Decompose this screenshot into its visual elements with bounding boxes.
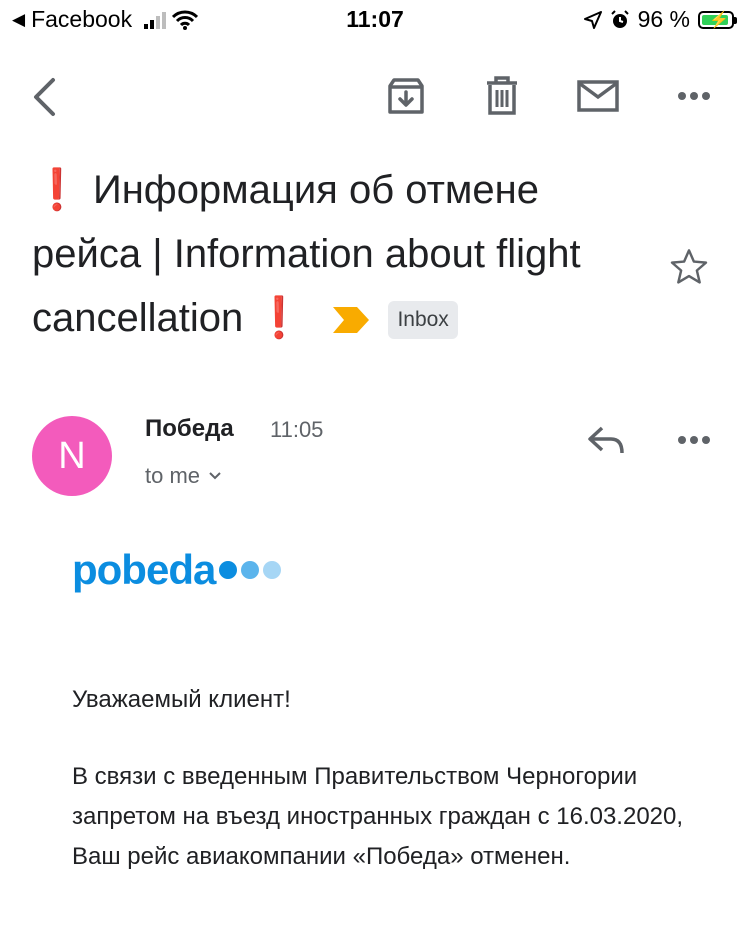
importance-marker-icon[interactable] <box>333 288 370 352</box>
pobeda-logo: pobeda <box>72 546 282 594</box>
battery-percent: 96 % <box>637 6 690 32</box>
logo-dot <box>219 561 238 579</box>
reply-button[interactable] <box>582 416 630 464</box>
exclamation-icon: ❗ <box>32 168 82 212</box>
archive-icon <box>388 78 424 114</box>
avatar[interactable]: N <box>32 416 112 496</box>
back-arrow-icon <box>34 78 55 116</box>
more-options-button[interactable] <box>670 72 718 120</box>
logo-dot <box>241 561 260 579</box>
logo-dot <box>263 561 282 579</box>
delete-button[interactable] <box>478 72 526 120</box>
alarm-icon <box>610 9 629 28</box>
sender-name: Победа <box>145 415 234 442</box>
star-icon <box>670 249 708 284</box>
email-greeting: Уважаемый клиент! <box>72 686 291 713</box>
back-button[interactable] <box>20 73 68 121</box>
recipients-toggle[interactable]: to me <box>145 463 222 489</box>
trash-icon <box>487 76 517 115</box>
mark-unread-button[interactable] <box>574 72 622 120</box>
inbox-label-chip[interactable]: Inbox <box>388 301 458 340</box>
archive-button[interactable] <box>382 72 430 120</box>
email-paragraph: В связи с введенным Правительством Черно… <box>72 763 684 870</box>
star-button[interactable] <box>668 246 710 293</box>
logo-wordmark: pobeda <box>72 546 216 593</box>
status-bar-right: 96 % ⚡ <box>583 6 737 33</box>
email-subject: ❗ Информация об отмене рейса | Informati… <box>32 158 632 352</box>
sent-time: 11:05 <box>270 417 324 442</box>
reply-icon <box>588 426 624 454</box>
location-arrow-icon <box>583 10 602 29</box>
subject-text: Информация об отмене рейса | Information… <box>32 168 581 340</box>
more-horizontal-icon <box>678 436 710 444</box>
message-more-button[interactable] <box>670 416 718 464</box>
exclamation-icon: ❗ <box>254 296 305 340</box>
more-horizontal-icon <box>678 92 710 100</box>
mail-icon <box>577 80 619 112</box>
chevron-down-icon <box>209 472 221 480</box>
battery-charging-icon: ⚡ <box>698 10 737 29</box>
recipient-label: to me <box>145 463 201 488</box>
